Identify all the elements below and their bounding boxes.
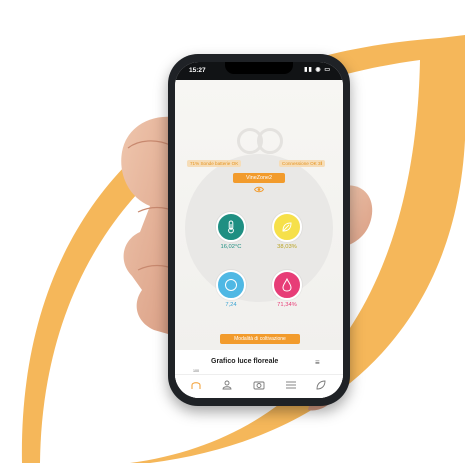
notch bbox=[225, 62, 293, 74]
light-sensor[interactable]: 38,03% bbox=[272, 212, 304, 250]
status-bar: 15:27 ▮▮ ◉ ▭ bbox=[175, 62, 343, 80]
ph-sensor[interactable]: 7,24 bbox=[216, 270, 248, 308]
status-icons: ▮▮ ◉ ▭ bbox=[304, 67, 331, 73]
bottom-nav bbox=[175, 374, 343, 398]
humidity-value: 71,34% bbox=[277, 302, 297, 308]
connection-status-tag: Connessione OK 3‖ bbox=[279, 160, 326, 167]
home-icon[interactable] bbox=[191, 380, 201, 390]
battery-status-tag: 71% Sonde batterie OK bbox=[187, 160, 242, 167]
status-time: 15:27 bbox=[189, 67, 206, 74]
cultivation-mode-button[interactable]: Modalità di coltivazione bbox=[220, 334, 300, 344]
list-icon[interactable] bbox=[285, 380, 297, 390]
ph-value: 7,24 bbox=[225, 302, 237, 308]
temperature-disc bbox=[216, 212, 246, 242]
thermometer-icon bbox=[228, 220, 234, 234]
eye-icon[interactable] bbox=[254, 186, 264, 193]
ph-icon bbox=[225, 279, 237, 291]
leaf-outline-icon[interactable] bbox=[316, 380, 326, 390]
temperature-sensor[interactable]: 16,02°C bbox=[216, 212, 248, 250]
humidity-disc bbox=[272, 270, 302, 300]
user-icon[interactable] bbox=[222, 380, 232, 390]
menu-icon[interactable]: ≡ bbox=[315, 358, 320, 367]
graph-axis-value: 100 bbox=[193, 369, 199, 373]
phone-screen: 15:27 ▮▮ ◉ ▭ 71% Sonde batterie OK Conne… bbox=[175, 62, 343, 398]
light-disc bbox=[272, 212, 302, 242]
graph-title: Grafico luce floreale bbox=[211, 358, 279, 365]
zone-selector-button[interactable]: VineZone2 bbox=[233, 173, 285, 183]
humidity-sensor[interactable]: 71,34% bbox=[272, 270, 304, 308]
light-value: 38,03% bbox=[277, 244, 297, 250]
temperature-value: 16,02°C bbox=[220, 244, 242, 250]
drop-icon bbox=[282, 278, 292, 292]
camera-icon[interactable] bbox=[253, 380, 265, 390]
ph-disc bbox=[216, 270, 246, 300]
leaf-icon bbox=[282, 222, 292, 232]
smartphone: 15:27 ▮▮ ◉ ▭ 71% Sonde batterie OK Conne… bbox=[168, 54, 350, 406]
hanger-ring-right bbox=[257, 128, 283, 154]
